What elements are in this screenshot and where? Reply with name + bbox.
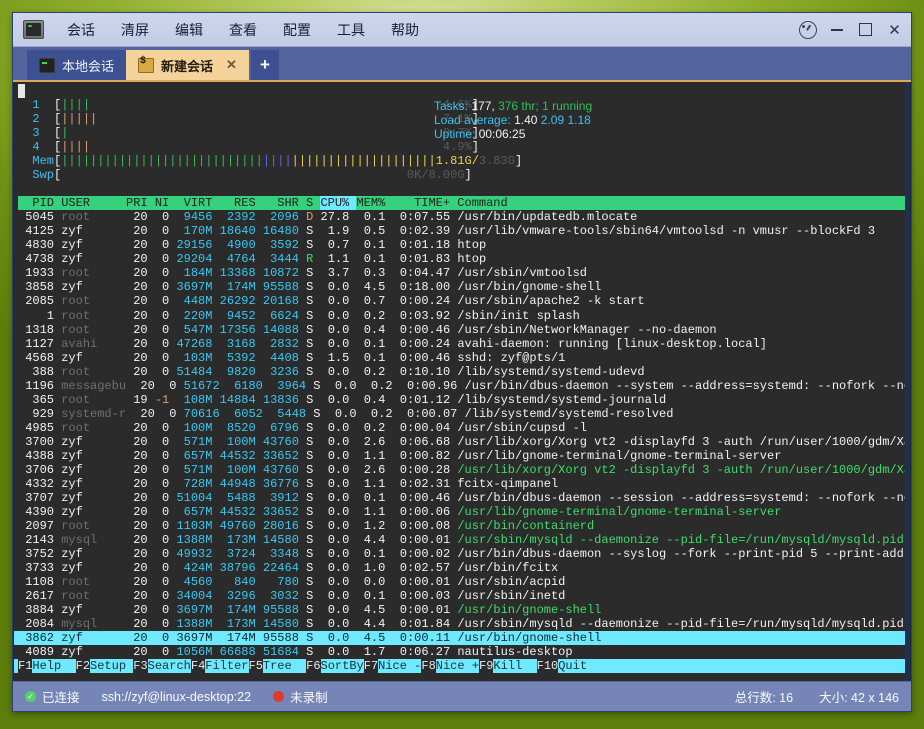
local-terminal-icon	[39, 58, 55, 73]
process-row[interactable]: 4089 zyf 20 0 1056M 66688 51684 S 0.0 1.…	[14, 645, 910, 659]
window-controls: ✕	[793, 13, 909, 46]
process-row[interactable]: 3884 zyf 20 0 3697M 174M 95588 S 0.0 4.5…	[14, 603, 910, 617]
process-row[interactable]: 5045 root 20 0 9456 2392 2096 D 27.8 0.1…	[14, 210, 910, 224]
close-icon: ✕	[888, 21, 901, 39]
terminal-scrollbar[interactable]	[905, 82, 910, 681]
menu-bar: 会话清屏编辑查看配置工具帮助 ✕	[13, 13, 911, 47]
process-row[interactable]: 3858 zyf 20 0 3697M 174M 95588 S 0.0 4.5…	[14, 280, 910, 294]
tab-local-session[interactable]: 本地会话	[27, 50, 126, 80]
menu-item-5[interactable]: 工具	[324, 16, 378, 44]
blank-line	[14, 182, 910, 196]
minimize-icon	[831, 29, 843, 31]
session-uri: ssh://zyf@linux-desktop:22	[102, 690, 252, 704]
menu-item-2[interactable]: 编辑	[162, 16, 216, 44]
ssh-terminal-icon	[138, 58, 154, 73]
menu-item-1[interactable]: 清屏	[108, 16, 162, 44]
close-button[interactable]: ✕	[880, 16, 909, 43]
process-row[interactable]: 4332 zyf 20 0 728M 44948 36776 S 0.0 1.1…	[14, 477, 910, 491]
recording-label: 未录制	[290, 687, 328, 706]
function-key-bar[interactable]: F1Help F2Setup F3SearchF4FilterF5Tree F6…	[14, 659, 910, 673]
process-row[interactable]: 3752 zyf 20 0 49932 3724 3348 S 0.0 0.1 …	[14, 547, 910, 561]
maximize-button[interactable]	[851, 16, 880, 43]
swp-meter: Swp[ 0K/8.00G]	[14, 168, 910, 182]
process-row[interactable]: 4390 zyf 20 0 657M 44532 33652 S 0.0 1.1…	[14, 505, 910, 519]
status-bar: ✓ 已连接 ssh://zyf@linux-desktop:22 未录制 总行数…	[13, 681, 911, 711]
minimize-button[interactable]	[822, 16, 851, 43]
menu-item-6[interactable]: 帮助	[378, 16, 432, 44]
menu-item-4[interactable]: 配置	[270, 16, 324, 44]
process-row[interactable]: 4985 root 20 0 100M 8520 6796 S 0.0 0.2 …	[14, 421, 910, 435]
process-row[interactable]: 365 root 19 -1 108M 14884 13836 S 0.0 0.…	[14, 393, 910, 407]
menu-item-0[interactable]: 会话	[54, 16, 108, 44]
process-row[interactable]: 1127 avahi 20 0 47268 3168 2832 S 0.0 0.…	[14, 337, 910, 351]
recording-status-icon	[273, 691, 284, 702]
process-row[interactable]: 1196 messagebu 20 0 51672 6180 3964 S 0.…	[14, 379, 910, 393]
process-row[interactable]: 388 root 20 0 51484 9820 3236 S 0.0 0.2 …	[14, 365, 910, 379]
connected-label: 已连接	[42, 687, 80, 706]
tab-bar: 本地会话 新建会话 ✕ +	[13, 47, 911, 82]
terminal-size-label: 大小: 42 x 146	[819, 687, 899, 706]
process-row[interactable]: 2084 mysql 20 0 1388M 173M 14580 S 0.0 4…	[14, 617, 910, 631]
total-lines-label: 总行数: 16	[735, 687, 793, 706]
process-row[interactable]: 4388 zyf 20 0 657M 44532 33652 S 0.0 1.1…	[14, 449, 910, 463]
tasks-line: Tasks: 177, 376 thr; 1 running	[434, 99, 592, 113]
process-row[interactable]: 1933 root 20 0 184M 13368 10872 S 3.7 0.…	[14, 266, 910, 280]
terminal-viewport[interactable]: 1 [|||| 4.6%] 2 [||||| 7.1%] 3 [| 0.7%] …	[13, 82, 911, 681]
connected-status-icon: ✓	[25, 691, 36, 702]
process-row[interactable]: 1318 root 20 0 547M 17356 14088 S 0.0 0.…	[14, 323, 910, 337]
menu-item-3[interactable]: 查看	[216, 16, 270, 44]
terminal-window: 会话清屏编辑查看配置工具帮助 ✕ 本地会话 新建会话 ✕ + 1 [||||	[12, 12, 912, 712]
process-row[interactable]: 4830 zyf 20 0 29156 4900 3592 S 0.7 0.1 …	[14, 238, 910, 252]
process-row[interactable]: 3733 zyf 20 0 424M 38796 22464 S 0.0 1.0…	[14, 561, 910, 575]
process-row[interactable]: 2097 root 20 0 1103M 49760 28016 S 0.0 1…	[14, 519, 910, 533]
process-row[interactable]: 1108 root 20 0 4560 840 780 S 0.0 0.0 0:…	[14, 575, 910, 589]
tab-new-session[interactable]: 新建会话 ✕	[126, 50, 249, 80]
uptime-line: Uptime: 00:06:25	[434, 127, 592, 141]
process-row[interactable]: 2143 mysql 20 0 1388M 173M 14580 S 0.0 4…	[14, 533, 910, 547]
maximize-icon	[859, 23, 872, 36]
load-average-line: Load average: 1.40 2.09 1.18	[434, 113, 592, 127]
process-row[interactable]: 929 systemd-r 20 0 70616 6052 5448 S 0.0…	[14, 407, 910, 421]
tab-label: 本地会话	[62, 56, 114, 75]
app-terminal-icon	[23, 20, 44, 39]
tab-label: 新建会话	[161, 56, 213, 75]
htop-output: 1 [|||| 4.6%] 2 [||||| 7.1%] 3 [| 0.7%] …	[14, 82, 910, 681]
gauge-button[interactable]	[793, 16, 822, 43]
gauge-icon	[799, 21, 817, 39]
tab-close-icon[interactable]: ✕	[226, 57, 237, 73]
htop-summary: Tasks: 177, 376 thr; 1 runningLoad avera…	[434, 99, 592, 141]
process-table-header[interactable]: PID USER PRI NI VIRT RES SHR S CPU% MEM%…	[14, 196, 910, 210]
process-row[interactable]: 3706 zyf 20 0 571M 100M 43760 S 0.0 2.6 …	[14, 463, 910, 477]
process-row[interactable]: 4125 zyf 20 0 170M 18640 16480 S 1.9 0.5…	[14, 224, 910, 238]
process-row[interactable]: 3700 zyf 20 0 571M 100M 43760 S 0.0 2.6 …	[14, 435, 910, 449]
process-row[interactable]: 4568 zyf 20 0 103M 5392 4408 S 1.5 0.1 0…	[14, 351, 910, 365]
new-tab-button[interactable]: +	[251, 50, 279, 80]
process-row[interactable]: 2085 root 20 0 448M 26292 20168 S 0.0 0.…	[14, 294, 910, 308]
process-row[interactable]: 1 root 20 0 220M 9452 6624 S 0.0 0.2 0:0…	[14, 309, 910, 323]
cpu-meter-4: 4 [|||| 4.9%]	[14, 140, 910, 154]
process-row[interactable]: 3862 zyf 20 0 3697M 174M 95588 S 0.0 4.5…	[14, 631, 911, 645]
terminal-cursor-line	[14, 84, 910, 98]
mem-meter: Mem[||||||||||||||||||||||||||||||||||||…	[14, 154, 910, 168]
process-row[interactable]: 3707 zyf 20 0 51004 5488 3912 S 0.0 0.1 …	[14, 491, 910, 505]
process-row[interactable]: 2617 root 20 0 34004 3296 3032 S 0.0 0.1…	[14, 589, 910, 603]
process-row[interactable]: 4738 zyf 20 0 29204 4764 3444 R 1.1 0.1 …	[14, 252, 910, 266]
